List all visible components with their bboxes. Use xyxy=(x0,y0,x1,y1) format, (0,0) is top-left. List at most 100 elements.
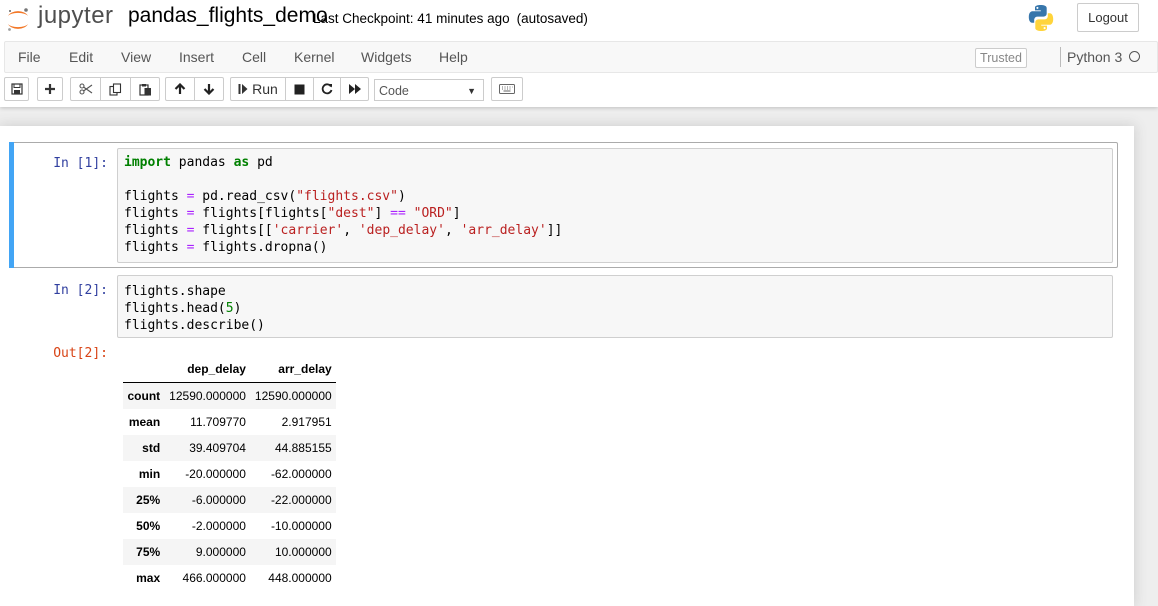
copy-icon xyxy=(109,82,122,96)
save-button[interactable] xyxy=(4,77,29,101)
table-cell: 11.709770 xyxy=(190,415,246,429)
copy-button[interactable] xyxy=(100,77,131,101)
row-label: 75% xyxy=(136,545,161,559)
stop-icon xyxy=(294,84,305,94)
table-row: std 39.409704 44.885155 xyxy=(123,435,337,461)
table-header-row: dep_delay arr_delay xyxy=(123,355,337,383)
input-prompt: In [2]: xyxy=(53,283,108,298)
code-line: flights.describe() xyxy=(124,318,265,333)
table-cell: -62.000000 xyxy=(270,467,332,481)
table-row: min -20.000000 -62.000000 xyxy=(123,461,336,487)
menu-view[interactable]: View xyxy=(121,49,151,65)
table-cell: -6.000000 xyxy=(191,493,246,507)
table-cell: 12590.000000 xyxy=(254,389,332,403)
arrow-down-icon xyxy=(203,84,215,95)
cell-type-select[interactable]: Code ▼ xyxy=(374,79,484,101)
table-cell: 12590.000000 xyxy=(169,389,246,403)
menu-kernel[interactable]: Kernel xyxy=(294,49,334,65)
table-cell: 466.000000 xyxy=(182,571,246,585)
table-cell: -10.000000 xyxy=(270,519,332,533)
checkpoint-text: Last Checkpoint: 41 minutes ago xyxy=(313,11,510,26)
restart-button[interactable] xyxy=(313,77,341,101)
kernel-name: Python 3 xyxy=(1060,47,1122,67)
save-icon xyxy=(10,83,23,95)
insert-cell-button[interactable] xyxy=(37,77,63,101)
row-label: mean xyxy=(128,415,161,429)
interrupt-button[interactable] xyxy=(285,77,314,101)
menu-file[interactable]: File xyxy=(18,49,41,65)
code-line: flights = flights.dropna() xyxy=(124,240,328,255)
move-down-button[interactable] xyxy=(194,77,224,101)
python-logo-icon xyxy=(1028,5,1054,31)
table-cell: 10.000000 xyxy=(274,545,332,559)
command-palette-button[interactable] xyxy=(491,77,523,101)
code-editor[interactable]: import pandas as pd flights = pd.read_cs… xyxy=(124,154,562,256)
code-line: import pandas as pd xyxy=(124,155,273,170)
table-cell: 9.000000 xyxy=(195,545,246,559)
column-header: arr_delay xyxy=(250,355,337,383)
code-editor[interactable]: flights.shape flights.head(5) flights.de… xyxy=(124,283,265,334)
table-row: count 12590.000000 12590.000000 xyxy=(123,382,337,409)
keyboard-icon xyxy=(499,84,515,94)
row-label: std xyxy=(142,441,161,455)
run-label: Run xyxy=(252,81,278,97)
menu-cell[interactable]: Cell xyxy=(242,49,266,65)
trusted-badge[interactable]: Trusted xyxy=(975,48,1027,68)
table-cell: 2.917951 xyxy=(281,415,332,429)
table-row: mean 11.709770 2.917951 xyxy=(123,409,336,435)
notebook-header: jupyter pandas_flights_demo Last Checkpo… xyxy=(0,0,1158,107)
plus-icon xyxy=(45,84,55,94)
table-cell: 44.885155 xyxy=(274,441,332,455)
restart-run-all-button[interactable] xyxy=(340,77,369,101)
code-line: flights = flights[['carrier', 'dep_delay… xyxy=(124,223,563,238)
autosave-status: (autosaved) xyxy=(516,11,588,26)
table-row: 25% -6.000000 -22.000000 xyxy=(123,487,337,513)
paste-icon xyxy=(138,83,151,96)
code-input-area[interactable]: import pandas as pd flights = pd.read_cs… xyxy=(117,148,1113,263)
menu-edit[interactable]: Edit xyxy=(69,49,93,65)
table-row: 75% 9.000000 10.000000 xyxy=(123,539,337,565)
run-button[interactable]: Run xyxy=(230,77,286,101)
jupyter-logo[interactable]: jupyter xyxy=(6,2,118,32)
fast-forward-icon xyxy=(348,84,361,94)
code-input-area[interactable]: flights.shape flights.head(5) flights.de… xyxy=(117,275,1113,338)
jupyter-logo-icon xyxy=(8,8,28,31)
checkpoint-status: Last Checkpoint: 41 minutes ago (autosave… xyxy=(313,11,588,26)
cut-icon xyxy=(78,83,92,95)
top-bar: jupyter pandas_flights_demo Last Checkpo… xyxy=(0,0,1158,40)
table-cell: -22.000000 xyxy=(270,493,332,507)
row-label: 50% xyxy=(136,519,161,533)
menu-bar: File Edit View Insert Cell Kernel Widget… xyxy=(4,41,1158,73)
row-label: max xyxy=(136,571,161,585)
jupyter-logo-text: jupyter xyxy=(38,2,114,29)
table-row: max 466.000000 448.000000 xyxy=(123,565,336,591)
logout-button[interactable]: Logout xyxy=(1077,3,1139,32)
row-label: 25% xyxy=(136,493,161,507)
cell-type-value: Code xyxy=(379,84,409,98)
table-cell: 39.409704 xyxy=(189,441,246,455)
dataframe-output-table: dep_delay arr_delay count 12590.000000 125… xyxy=(123,355,337,591)
kernel-idle-icon xyxy=(1129,51,1140,62)
row-label: count xyxy=(127,389,161,403)
menu-widgets[interactable]: Widgets xyxy=(361,49,412,65)
column-header: dep_delay xyxy=(164,355,251,383)
arrow-up-icon xyxy=(174,83,186,94)
cut-button[interactable] xyxy=(70,77,101,101)
output-prompt: Out[2]: xyxy=(53,346,108,361)
move-up-button[interactable] xyxy=(165,77,195,101)
run-icon xyxy=(238,84,248,94)
toolbar: Run Code ▼ xyxy=(0,77,1158,103)
code-line: flights.shape xyxy=(124,284,226,299)
caret-down-icon: ▼ xyxy=(467,86,476,96)
notebook-container: In [1]: import pandas as pd flights = pd… xyxy=(0,126,1134,606)
menu-help[interactable]: Help xyxy=(439,49,468,65)
notebook-name[interactable]: pandas_flights_demo xyxy=(128,4,328,28)
table-row: 50% -2.000000 -10.000000 xyxy=(123,513,336,539)
menu-insert[interactable]: Insert xyxy=(179,49,214,65)
paste-button[interactable] xyxy=(130,77,160,101)
table-cell: -2.000000 xyxy=(191,519,246,533)
table-cell: 448.000000 xyxy=(268,571,332,585)
code-line: flights = flights[flights["dest"] == "OR… xyxy=(124,206,461,221)
input-prompt: In [1]: xyxy=(53,156,108,171)
